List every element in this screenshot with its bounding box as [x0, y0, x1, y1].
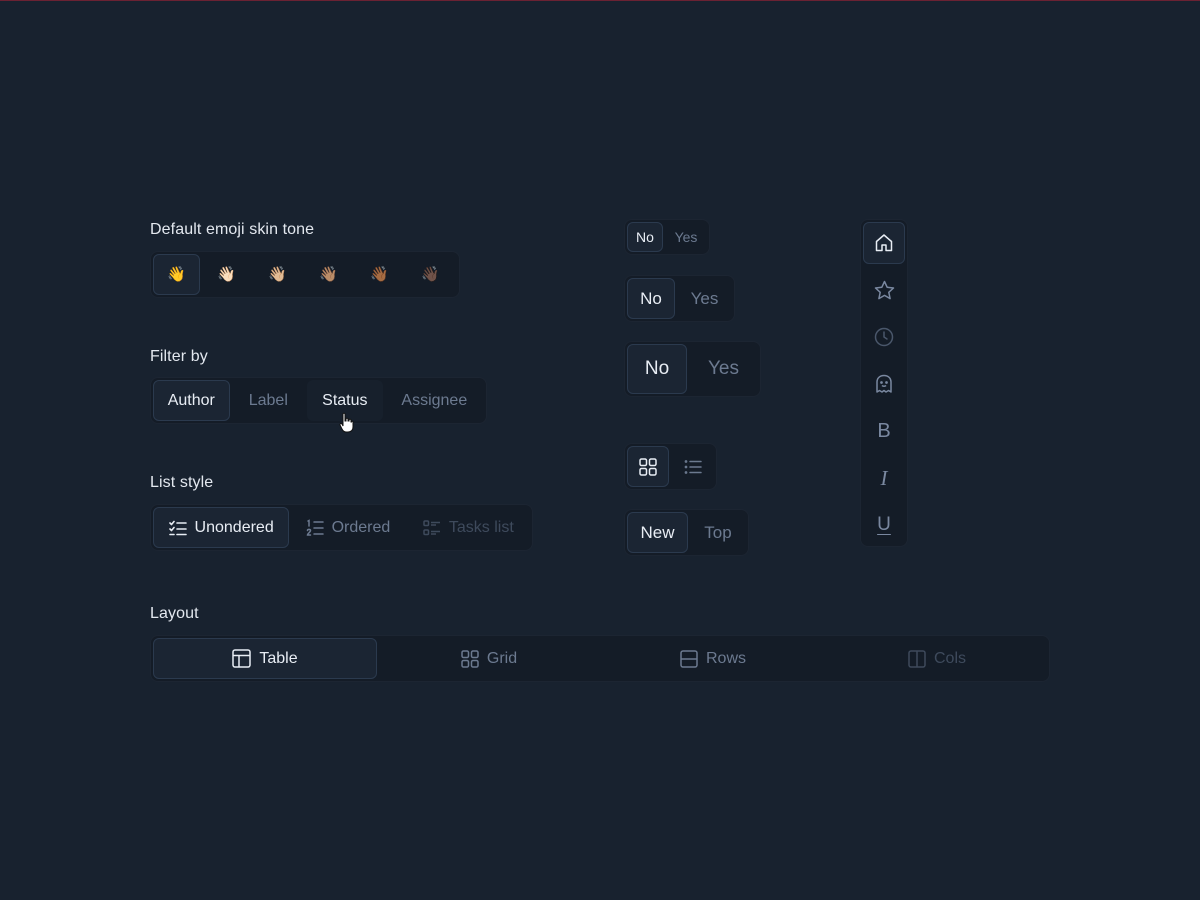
list-style-ordered[interactable]: Ordered [291, 507, 404, 548]
toggle-small-no[interactable]: No [627, 222, 663, 252]
sort-toggle: New Top [624, 509, 749, 556]
filter-author[interactable]: Author [153, 380, 230, 421]
toolbar-bold-button[interactable]: B [863, 410, 905, 452]
view-grid-button[interactable] [627, 446, 669, 487]
layout-table[interactable]: Table [153, 638, 377, 679]
skin-tone-light[interactable]: 👋🏻 [202, 254, 251, 295]
skin-tone-medium[interactable]: 👋🏽 [304, 254, 353, 295]
waving-hand-medium-icon: 👋🏽 [319, 266, 338, 283]
skin-tone-medium-dark[interactable]: 👋🏾 [355, 254, 404, 295]
grid-icon [639, 457, 657, 476]
list-style-title: List style [150, 474, 214, 491]
rows-icon [680, 649, 698, 668]
toggle-large-no[interactable]: No [627, 344, 687, 394]
vertical-icon-toolbar: B I U [860, 219, 908, 547]
bold-icon: B [877, 419, 891, 442]
list-style-ordered-label: Ordered [331, 518, 391, 536]
grid-icon [461, 649, 479, 668]
waving-hand-icon: 👋 [167, 266, 186, 283]
layout-table-label: Table [259, 649, 298, 667]
toolbar-clock-button[interactable] [863, 316, 905, 358]
cols-icon [908, 649, 926, 668]
skin-tone-selector: 👋 👋🏻 👋🏼 👋🏽 👋🏾 👋🏿 [150, 251, 460, 298]
toggle-medium-yes[interactable]: Yes [677, 278, 732, 319]
waving-hand-dark-icon: 👋🏿 [421, 266, 440, 283]
list-icon [684, 459, 702, 475]
toolbar-star-button[interactable] [863, 269, 905, 311]
yes-no-toggle-medium: No Yes [624, 275, 735, 322]
toolbar-italic-button[interactable]: I [863, 457, 905, 499]
toolbar-underline-button[interactable]: U [863, 504, 905, 546]
layout-rows-label: Rows [705, 649, 746, 667]
skin-tone-title: Default emoji skin tone [150, 221, 315, 238]
list-style-tasks-label: Tasks list [448, 518, 514, 536]
layout-selector: Table Grid Rows Cols [150, 635, 1050, 682]
checklist-icon [168, 520, 187, 536]
table-icon [232, 649, 252, 668]
sort-top[interactable]: Top [690, 512, 746, 553]
waving-hand-light-icon: 👋🏻 [217, 266, 236, 283]
view-toggle [624, 443, 717, 490]
window-top-border [0, 0, 1200, 1]
tasks-list-icon [423, 519, 441, 536]
ghost-icon [875, 374, 893, 394]
toggle-medium-no[interactable]: No [627, 278, 675, 319]
underline-icon: U [877, 514, 891, 535]
sort-new[interactable]: New [627, 512, 688, 553]
skin-tone-dark[interactable]: 👋🏿 [406, 254, 455, 295]
filter-label[interactable]: Label [232, 380, 306, 421]
waving-hand-medium-light-icon: 👋🏼 [268, 266, 287, 283]
skin-tone-medium-light[interactable]: 👋🏼 [253, 254, 302, 295]
layout-grid[interactable]: Grid [379, 638, 599, 679]
toolbar-ghost-button[interactable] [863, 363, 905, 405]
layout-cols[interactable]: Cols [827, 638, 1047, 679]
hand-pointer-cursor-icon [339, 412, 354, 433]
italic-icon: I [880, 465, 888, 490]
toolbar-home-button[interactable] [863, 222, 905, 264]
layout-rows[interactable]: Rows [601, 638, 825, 679]
layout-title: Layout [150, 605, 199, 622]
list-style-tasks[interactable]: Tasks list [407, 507, 530, 548]
yes-no-toggle-small: No Yes [624, 219, 710, 255]
yes-no-toggle-large: No Yes [624, 341, 761, 397]
view-list-button[interactable] [671, 446, 714, 487]
clock-icon [874, 327, 894, 347]
filter-assignee[interactable]: Assignee [385, 380, 484, 421]
ordered-list-icon [306, 518, 324, 537]
star-icon [874, 280, 895, 301]
layout-cols-label: Cols [933, 649, 966, 667]
toggle-small-yes[interactable]: Yes [665, 222, 707, 252]
toggle-large-yes[interactable]: Yes [689, 344, 758, 394]
list-style-selector: Unondered Ordered Tasks list [150, 504, 533, 551]
filter-selector: Author Label Status Assignee [150, 377, 487, 424]
list-style-unordered-label: Unondered [194, 518, 274, 536]
skin-tone-default[interactable]: 👋 [153, 254, 200, 295]
home-icon [874, 233, 894, 253]
waving-hand-medium-dark-icon: 👋🏾 [370, 266, 389, 283]
layout-grid-label: Grid [486, 649, 518, 667]
filter-title: Filter by [150, 348, 208, 365]
list-style-unordered[interactable]: Unondered [153, 507, 290, 548]
